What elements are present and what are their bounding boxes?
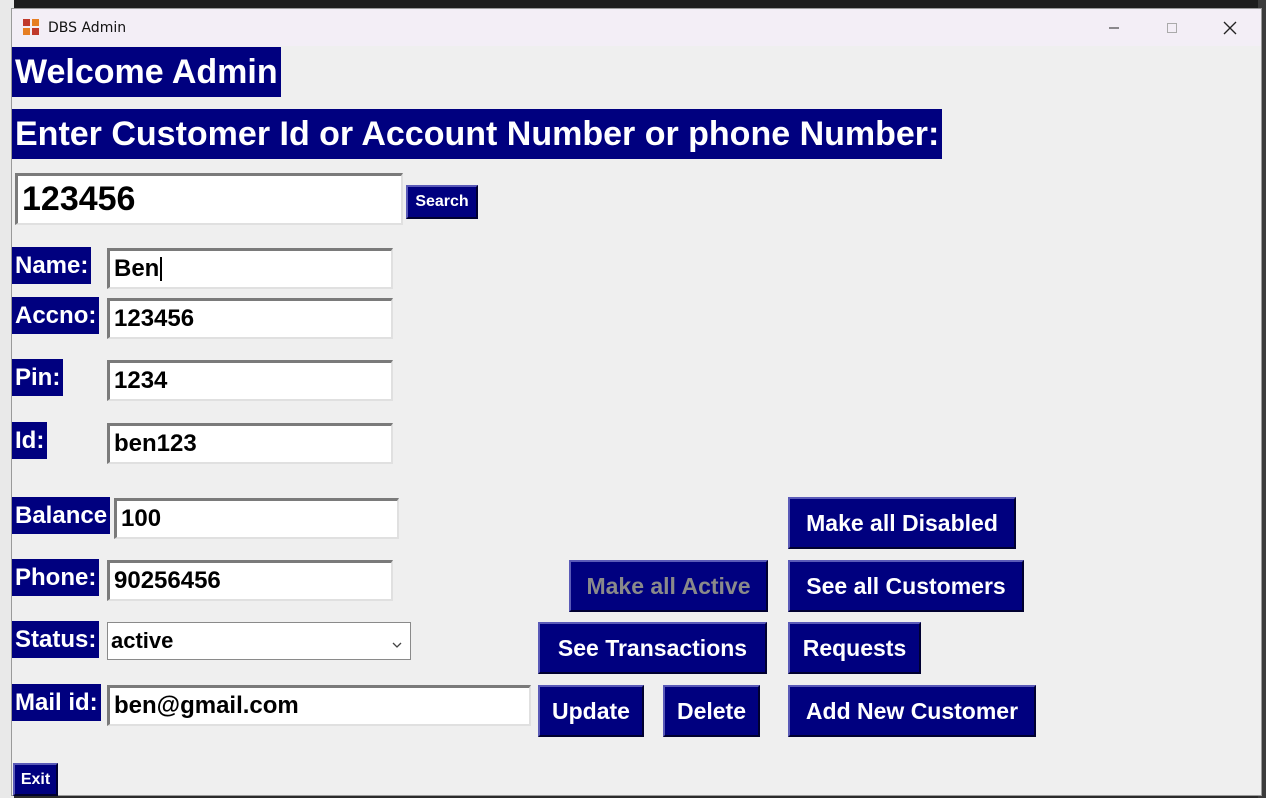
balance-field[interactable]: 100 [114, 498, 399, 539]
pin-field[interactable]: 1234 [107, 360, 393, 401]
delete-button[interactable]: Delete [663, 685, 760, 737]
accno-label: Accno: [12, 297, 100, 334]
app-logo-icon [23, 18, 41, 37]
phone-label: Phone: [12, 559, 100, 596]
status-label: Status: [12, 621, 100, 658]
app-window: DBS Admin Welcome Admin Enter Customer I… [11, 8, 1262, 796]
add-new-customer-button[interactable]: Add New Customer [788, 685, 1036, 737]
exit-button[interactable]: Exit [13, 763, 58, 796]
chevron-down-icon [390, 632, 404, 658]
title-bar[interactable]: DBS Admin [12, 9, 1261, 46]
desktop-background-top [0, 0, 1266, 8]
accno-field[interactable]: 123456 [107, 298, 393, 339]
name-field[interactable]: Ben [107, 248, 393, 289]
id-field[interactable]: ben123 [107, 423, 393, 464]
make-all-active-button[interactable]: Make all Active [569, 560, 768, 612]
search-input[interactable]: 123456 [15, 173, 403, 225]
status-value: active [111, 628, 174, 653]
search-prompt-heading: Enter Customer Id or Account Number or p… [12, 109, 943, 159]
close-icon[interactable] [1201, 9, 1259, 46]
minimize-icon[interactable] [1085, 9, 1143, 46]
maximize-icon[interactable] [1143, 9, 1201, 46]
mail-label: Mail id: [12, 684, 101, 721]
phone-field[interactable]: 90256456 [107, 560, 393, 601]
mail-field[interactable]: ben@gmail.com [107, 685, 531, 726]
id-label: Id: [12, 422, 48, 459]
text-cursor [160, 257, 163, 281]
name-label: Name: [12, 247, 92, 284]
see-transactions-button[interactable]: See Transactions [538, 622, 767, 674]
name-value: Ben [114, 255, 160, 282]
update-button[interactable]: Update [538, 685, 644, 737]
status-dropdown[interactable]: active [107, 622, 411, 660]
search-button[interactable]: Search [406, 185, 478, 219]
requests-button[interactable]: Requests [788, 622, 921, 674]
welcome-heading: Welcome Admin [12, 47, 281, 97]
balance-label: Balance [12, 497, 111, 534]
make-all-disabled-button[interactable]: Make all Disabled [788, 497, 1016, 549]
see-all-customers-button[interactable]: See all Customers [788, 560, 1024, 612]
pin-label: Pin: [12, 359, 64, 396]
window-title: DBS Admin [48, 19, 127, 36]
